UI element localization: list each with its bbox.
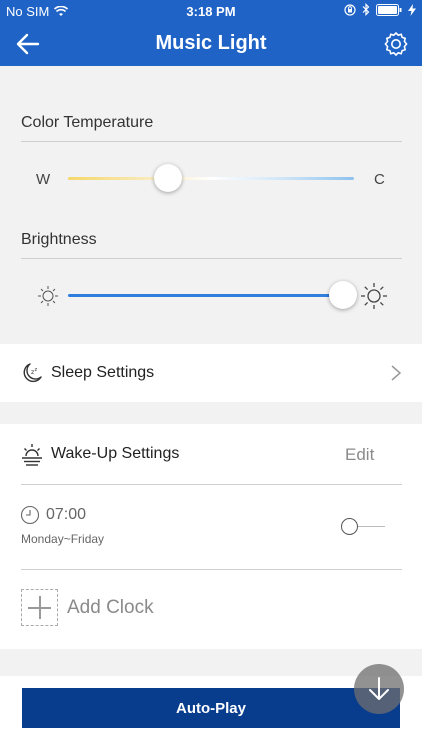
toggle-knob bbox=[341, 518, 358, 535]
wakeup-panel: Wake-Up Settings Edit 07:00 Monday~Frida… bbox=[0, 424, 422, 649]
divider bbox=[21, 141, 402, 142]
add-clock-button[interactable]: Add Clock bbox=[0, 570, 422, 649]
color-temperature-label: Color Temperature bbox=[21, 114, 154, 131]
battery-icon bbox=[376, 3, 402, 16]
orientation-lock-icon bbox=[344, 3, 356, 16]
alarm-days: Monday~Friday bbox=[21, 532, 105, 546]
warm-label: W bbox=[36, 171, 51, 188]
bluetooth-icon bbox=[362, 3, 370, 16]
brightness-track[interactable] bbox=[68, 294, 354, 297]
brightness-thumb[interactable] bbox=[328, 281, 357, 309]
clock-icon bbox=[20, 505, 40, 525]
edit-button[interactable]: Edit bbox=[345, 445, 374, 465]
brightness-label: Brightness bbox=[21, 231, 97, 248]
sun-large-icon bbox=[361, 283, 387, 309]
cool-label: C bbox=[374, 171, 385, 188]
color-temperature-track[interactable] bbox=[68, 177, 354, 180]
wakeup-settings-label: Wake-Up Settings bbox=[51, 445, 180, 462]
nav-bar: Music Light bbox=[0, 22, 422, 66]
svg-text:z: z bbox=[35, 367, 38, 373]
sunrise-icon bbox=[22, 444, 42, 466]
divider bbox=[21, 258, 402, 259]
gear-icon[interactable] bbox=[382, 30, 410, 58]
auto-play-button[interactable]: Auto-Play bbox=[22, 688, 400, 728]
arrow-down-icon bbox=[369, 677, 389, 700]
status-bar: No SIM 3:18 PM bbox=[0, 0, 422, 22]
alarm-toggle[interactable] bbox=[341, 517, 387, 537]
alarm-time: 07:00 bbox=[46, 506, 87, 523]
charging-bolt-icon bbox=[408, 3, 416, 16]
plus-icon bbox=[21, 589, 58, 626]
chevron-right-icon bbox=[391, 365, 402, 381]
add-clock-label: Add Clock bbox=[67, 597, 154, 618]
sun-small-icon bbox=[38, 286, 58, 306]
status-right bbox=[344, 3, 416, 16]
color-temperature-thumb[interactable] bbox=[154, 164, 183, 192]
sleep-settings-label: Sleep Settings bbox=[51, 364, 155, 381]
alarm-item[interactable]: 07:00 Monday~Friday bbox=[0, 485, 422, 569]
page-title: Music Light bbox=[155, 32, 267, 54]
scroll-down-button[interactable] bbox=[354, 664, 404, 714]
moon-sleep-icon: z z bbox=[23, 363, 42, 383]
sleep-settings-row[interactable]: z z Sleep Settings bbox=[0, 344, 422, 402]
